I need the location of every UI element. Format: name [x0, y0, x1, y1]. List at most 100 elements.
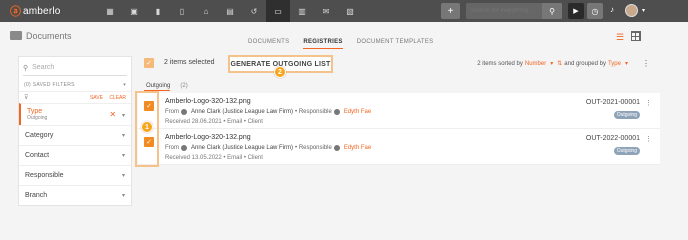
responsible-label: • Responsible — [295, 109, 332, 115]
play-timer-button[interactable]: ▶ — [568, 3, 584, 19]
group-count: (2) — [180, 83, 188, 89]
registry-list: ✓ Amberlo-Logo-320-132.png From Anne Cla… — [138, 93, 660, 165]
status-badge: Outgoing — [613, 147, 640, 155]
tab-document-templates[interactable]: DOCUMENT TEMPLATES — [357, 39, 434, 49]
search-icon: ⚲ — [549, 6, 555, 16]
filter-category-label: Category — [25, 132, 54, 139]
search-icon: ⚲ — [23, 64, 29, 72]
list-item[interactable]: ✓ Amberlo-Logo-320-132.png From Anne Cla… — [138, 129, 660, 165]
document-from: From Anne Clark (Justice League Law Firm… — [165, 109, 371, 115]
sort-direction-icon[interactable]: ⇅ — [557, 60, 562, 67]
top-navigation-bar: ⓐ amberlo ▦ ▣ ▮ ▯ ⌂ ▤ ↺ ▭ ▥ ✉ ▧ + ⚲ ▶ ◷ … — [0, 0, 688, 22]
document-icon[interactable]: ▯ — [170, 0, 194, 22]
contact-icon — [181, 109, 187, 115]
saved-filters-label: (0) SAVED FILTERS — [24, 82, 75, 88]
group-header: Outgoing (2) — [138, 80, 660, 92]
filter-tools: ⊽ SAVE CLEAR — [19, 92, 131, 103]
filter-branch-label: Branch — [25, 192, 48, 199]
grid-view-icon[interactable] — [631, 31, 641, 41]
contact-icon[interactable]: ▣ — [122, 0, 146, 22]
status-badge: Outgoing — [613, 111, 640, 119]
tab-documents[interactable]: DOCUMENTS — [248, 39, 289, 49]
header-tabs: DOCUMENTS REGISTRIES DOCUMENT TEMPLATES — [248, 39, 447, 49]
chevron-down-icon: ▾ — [121, 153, 125, 159]
filter-contact[interactable]: Contact ▾ — [19, 145, 131, 165]
invoice-icon[interactable]: ▥ — [290, 0, 314, 22]
sidebar-search[interactable]: ⚲ Search — [23, 60, 127, 76]
from-label: From — [165, 145, 179, 151]
filter-type[interactable]: Type Outgoing ✕ ▾ — [19, 103, 131, 125]
responsible-label: • Responsible — [295, 145, 332, 151]
chevron-down-icon: ▾ — [121, 173, 125, 179]
sort-info: 2 items sorted by Number ▾ ⇅ and grouped… — [477, 60, 630, 68]
registry-number: OUT-2021-00001 — [585, 99, 640, 106]
user-avatar[interactable] — [625, 4, 638, 17]
callout-badge-2: 2 — [274, 66, 286, 78]
funnel-icon: ⊽ — [24, 95, 29, 101]
bulk-action-bar: ✓ 2 items selected GENERATE OUTGOING LIS… — [138, 52, 660, 78]
history-icon[interactable]: ↺ — [242, 0, 266, 22]
document-from: From Anne Clark (Justice League Law Firm… — [165, 145, 371, 151]
search-button[interactable]: ⚲ — [542, 3, 562, 19]
filter-category[interactable]: Category ▾ — [19, 125, 131, 145]
folder-icon[interactable]: ▭ — [266, 0, 290, 22]
logo-mark-icon: ⓐ — [10, 6, 21, 18]
clear-filter-button[interactable]: CLEAR — [109, 95, 126, 101]
items-sorted-text: 2 items sorted by — [477, 60, 523, 67]
stopwatch-icon: ◷ — [591, 6, 599, 16]
save-filter-button[interactable]: SAVE — [90, 95, 103, 101]
list-view-icon[interactable]: ☰ — [616, 32, 624, 43]
filter-type-value: Outgoing — [27, 115, 48, 121]
clear-type-filter-icon[interactable]: ✕ — [109, 110, 116, 119]
row-more-options-icon[interactable]: ⋮ — [645, 135, 652, 143]
user-icon — [333, 145, 340, 151]
chart-icon[interactable]: ▧ — [338, 0, 362, 22]
user-icon — [333, 109, 340, 115]
chevron-down-icon: ▾ — [123, 82, 126, 88]
registry-panel: ✓ 2 items selected GENERATE OUTGOING LIS… — [138, 52, 660, 192]
chevron-down-icon[interactable]: ▾ — [642, 7, 645, 14]
filter-type-label: Type — [27, 108, 43, 115]
add-new-button[interactable]: + — [441, 3, 460, 19]
bank-icon[interactable]: ⌂ — [194, 0, 218, 22]
registry-number: OUT-2022-00001 — [585, 135, 640, 142]
play-icon: ▶ — [573, 8, 579, 15]
sidebar-search-placeholder: Search — [32, 64, 55, 71]
page-title: Documents — [26, 31, 72, 41]
check-icon: ✓ — [146, 60, 152, 67]
grid-icon[interactable]: ▦ — [98, 0, 122, 22]
list-item[interactable]: ✓ Amberlo-Logo-320-132.png From Anne Cla… — [138, 93, 660, 129]
document-meta: Received 28.06.2021 • Email • Client — [165, 119, 263, 125]
briefcase-icon[interactable]: ▮ — [146, 0, 170, 22]
select-all-checkbox[interactable]: ✓ — [144, 58, 154, 68]
document-title[interactable]: Amberlo-Logo-320-132.png — [165, 134, 251, 141]
from-label: From — [165, 109, 179, 115]
chevron-down-icon: ▾ — [121, 133, 125, 139]
group-field-dropdown[interactable]: Type — [608, 61, 621, 67]
timer-button[interactable]: ◷ — [587, 3, 603, 19]
filter-branch[interactable]: Branch ▾ — [19, 185, 131, 205]
sort-field-dropdown[interactable]: Number — [525, 61, 546, 67]
grouped-by-text: and grouped by — [564, 60, 606, 67]
chevron-down-icon: ▾ — [550, 61, 554, 67]
responsible-name[interactable]: Edyth Fae — [344, 145, 371, 151]
more-options-icon[interactable]: ⋮ — [642, 59, 650, 68]
chevron-down-icon: ▾ — [121, 193, 125, 199]
document-title[interactable]: Amberlo-Logo-320-132.png — [165, 98, 251, 105]
responsible-name[interactable]: Edyth Fae — [344, 109, 371, 115]
filter-responsible[interactable]: Responsible ▾ — [19, 165, 131, 185]
amberlo-logo[interactable]: ⓐ amberlo — [10, 3, 90, 19]
plus-icon: + — [447, 5, 454, 17]
logo-text: amberlo — [23, 5, 61, 17]
contact-icon — [181, 145, 187, 151]
calendar-icon[interactable]: ▤ — [218, 0, 242, 22]
documents-folder-icon — [10, 31, 22, 40]
saved-filters-dropdown[interactable]: (0) SAVED FILTERS ▾ — [19, 79, 131, 92]
tab-registries[interactable]: REGISTRIES — [303, 39, 343, 49]
chevron-down-icon: ▾ — [624, 61, 628, 67]
contact-name[interactable]: Anne Clark (Justice League Law Firm) — [191, 109, 293, 115]
notification-bell-icon[interactable]: ♪ — [610, 5, 614, 14]
contact-name[interactable]: Anne Clark (Justice League Law Firm) — [191, 145, 293, 151]
row-more-options-icon[interactable]: ⋮ — [645, 99, 652, 107]
mail-icon[interactable]: ✉ — [314, 0, 338, 22]
